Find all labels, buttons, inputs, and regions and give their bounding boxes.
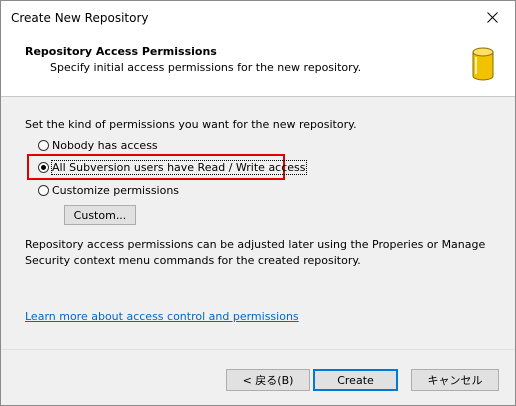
close-icon	[486, 11, 498, 23]
radio-button[interactable]	[38, 140, 49, 151]
header-title: Repository Access Permissions	[25, 45, 217, 58]
footer-divider	[1, 349, 515, 350]
radio-all-users-read-write[interactable]: All Subversion users have Read / Write a…	[38, 160, 307, 175]
title-bar: Create New Repository	[1, 1, 515, 33]
description-text: Repository access permissions can be adj…	[25, 238, 486, 267]
header-subtitle: Specify initial access permissions for t…	[50, 61, 362, 74]
wizard-header: Repository Access Permissions Specify in…	[1, 33, 515, 97]
create-button[interactable]: Create	[313, 369, 398, 391]
radio-button[interactable]	[38, 185, 49, 196]
radio-customize-permissions[interactable]: Customize permissions	[38, 184, 179, 197]
intro-text: Set the kind of permissions you want for…	[25, 118, 357, 131]
radio-label: Customize permissions	[52, 184, 180, 197]
radio-label: Nobody has access	[52, 139, 158, 152]
custom-button[interactable]: Custom...	[64, 205, 136, 225]
learn-more-link[interactable]: Learn more about access control and perm…	[25, 310, 299, 323]
close-button[interactable]	[469, 1, 515, 33]
dialog-window: Create New Repository Repository Access …	[0, 0, 516, 406]
cancel-button[interactable]: キャンセル	[411, 369, 499, 391]
database-icon	[472, 47, 494, 81]
radio-button-selected[interactable]	[38, 162, 49, 173]
radio-label: All Subversion users have Read / Write a…	[51, 160, 307, 175]
radio-nobody-access[interactable]: Nobody has access	[38, 139, 158, 152]
back-button[interactable]: < 戻る(B)	[226, 369, 310, 391]
window-title: Create New Repository	[11, 11, 149, 25]
